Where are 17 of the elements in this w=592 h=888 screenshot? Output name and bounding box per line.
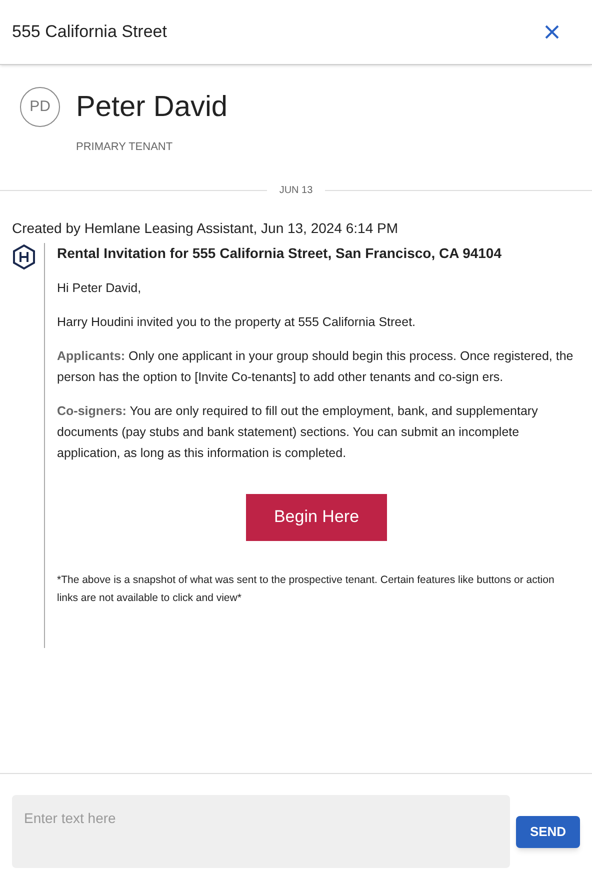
footnote: *The above is a snapshot of what was sent to the prospective tenant. Certain features like buttons or action links are not available to click and view* bbox=[57, 572, 556, 606]
message-input-field[interactable]: Enter text here bbox=[12, 794, 510, 868]
message-paragraph: Harry Houdini invited you to the property at 555 California Street. bbox=[57, 314, 417, 331]
tenant-role: PRIMARY TENANT bbox=[76, 140, 174, 155]
message-title: Rental Invitation for 555 California Street, San Francisco, CA 94104 bbox=[57, 244, 503, 262]
send-button[interactable]: SEND bbox=[516, 816, 580, 848]
close-icon[interactable] bbox=[544, 24, 560, 40]
message-paragraph: Co-signers: You are only required to fill out the employment, bank, and supplementary documents (pay stubs and bank statement) sections. You can submit an incomplete application, as long as this information is completed. bbox=[57, 402, 539, 462]
created-by-text: Created by Hemlane Leasing Assistant, Jun 13, 2024 6:14 PM bbox=[11, 218, 400, 238]
message-paragraph: Hi Peter David, bbox=[57, 280, 142, 296]
tenant-name: Peter David bbox=[76, 90, 228, 125]
message-paragraph: Applicants: Only one applicant in your group should begin this process. Once registered, the person has the option to [Invite Co-tenants] to add other tenants and co-sign ers. bbox=[57, 348, 574, 386]
begin-here-button[interactable]: Begin Here bbox=[246, 494, 387, 540]
avatar: PD bbox=[20, 87, 60, 127]
window-title: 555 California Street bbox=[12, 21, 167, 44]
date-divider-label: JUN 13 bbox=[278, 184, 314, 198]
hexagon-logo-icon bbox=[12, 244, 36, 270]
